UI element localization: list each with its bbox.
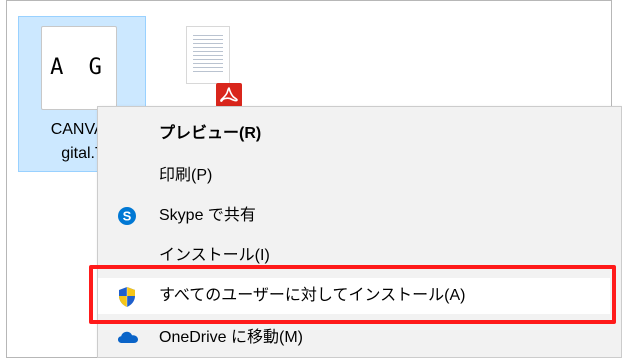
menu-item-label: 印刷(P) — [159, 167, 213, 184]
menu-item-print[interactable]: 印刷(P) — [97, 158, 622, 194]
uac-shield-icon — [117, 286, 137, 307]
acrobat-icon — [216, 83, 242, 107]
menu-item-install-all-users[interactable]: すべてのユーザーに対してインストール(A) — [97, 278, 622, 314]
menu-item-label: インストール(I) — [159, 247, 270, 264]
pdf-file-item[interactable] — [186, 26, 230, 84]
menu-item-label: プレビュー(R) — [159, 125, 262, 142]
svg-text:S: S — [123, 209, 132, 224]
menu-item-skype-share[interactable]: S Skype で共有 — [97, 198, 622, 234]
skype-icon: S — [117, 206, 137, 226]
menu-item-label: すべてのユーザーに対してインストール(A) — [159, 287, 466, 304]
menu-item-install[interactable]: インストール(I) — [97, 238, 622, 274]
font-preview-text: A G — [50, 55, 108, 80]
menu-item-label: Skype で共有 — [159, 207, 256, 224]
menu-item-label: OneDrive に移動(M) — [159, 329, 304, 346]
font-file-icon: A G — [41, 26, 117, 110]
menu-item-preview[interactable]: プレビュー(R) — [97, 116, 622, 152]
onedrive-cloud-icon — [117, 328, 138, 348]
pdf-thumbnail-lines — [193, 35, 223, 75]
menu-item-onedrive-move[interactable]: OneDrive に移動(M) — [97, 320, 622, 356]
